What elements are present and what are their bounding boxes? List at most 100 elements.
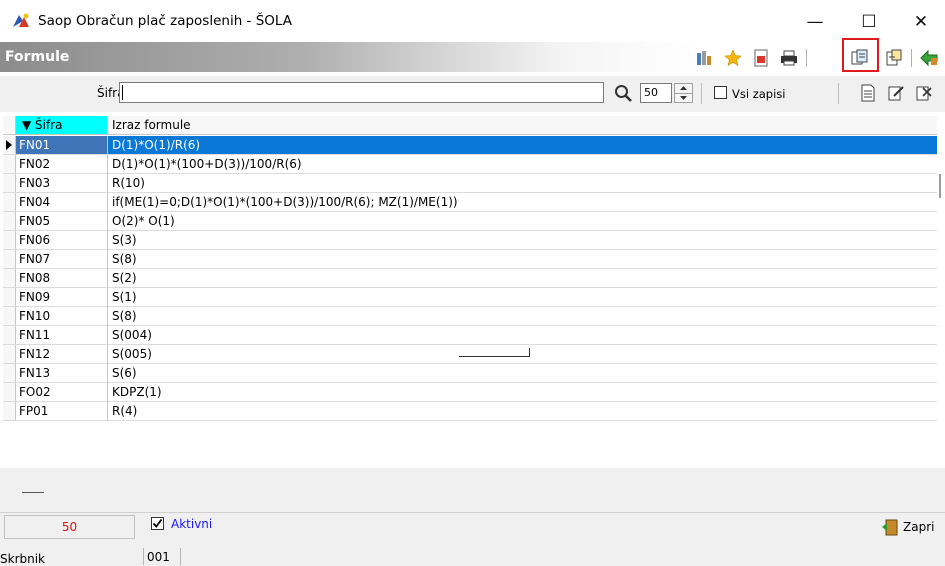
cell-code[interactable]: FO02: [16, 383, 108, 402]
exit-icon[interactable]: [919, 48, 939, 68]
vertical-scrollbar[interactable]: [939, 174, 941, 198]
cell-code[interactable]: FN05: [16, 212, 108, 231]
cell-code[interactable]: FP01: [16, 402, 108, 421]
column-header-expression[interactable]: Izraz formule: [108, 116, 937, 135]
row-indicator[interactable]: [3, 345, 16, 364]
record-limit-spinner[interactable]: [674, 83, 693, 103]
panel-title-bar: Formule: [0, 42, 945, 72]
cell-code[interactable]: FN06: [16, 231, 108, 250]
row-indicator[interactable]: [3, 269, 16, 288]
table-row[interactable]: FO02 KDPZ(1): [3, 383, 937, 402]
cell-expression[interactable]: D(1)*O(1)/R(6): [108, 136, 937, 155]
table-row[interactable]: FN09 S(1): [3, 288, 937, 307]
cell-code[interactable]: FN01: [16, 136, 108, 155]
edit-record-icon[interactable]: [886, 83, 906, 103]
table-row[interactable]: FN08 S(2): [3, 269, 937, 288]
cell-expression[interactable]: S(6): [108, 364, 937, 383]
cell-code[interactable]: FN12: [16, 345, 108, 364]
table-row[interactable]: FN13 S(6): [3, 364, 937, 383]
row-indicator[interactable]: [3, 155, 16, 174]
cell-code[interactable]: FN03: [16, 174, 108, 193]
row-indicator[interactable]: [3, 383, 16, 402]
cell-code[interactable]: FN09: [16, 288, 108, 307]
table-row[interactable]: FN03 R(10): [3, 174, 937, 193]
print-icon[interactable]: [779, 48, 799, 68]
cell-expression[interactable]: if(ME(1)=0;D(1)*O(1)*(100+D(3))/100/R(6)…: [108, 193, 937, 212]
cell-expression[interactable]: S(2): [108, 269, 937, 288]
spinner-down-icon[interactable]: [679, 95, 688, 101]
bottom-divider: [0, 512, 945, 513]
all-records-checkbox[interactable]: [714, 86, 727, 99]
checkmark-icon: [152, 518, 163, 528]
current-row-arrow-icon: [6, 140, 12, 150]
row-indicator[interactable]: [3, 136, 16, 155]
row-indicator[interactable]: [3, 326, 16, 345]
panel-header: Formule: [0, 38, 945, 76]
row-indicator[interactable]: [3, 364, 16, 383]
cell-expression[interactable]: R(4): [108, 402, 937, 421]
close-button[interactable]: Zapri: [880, 518, 934, 536]
cell-code[interactable]: FN04: [16, 193, 108, 212]
table-row[interactable]: FN06 S(3): [3, 231, 937, 250]
cell-expression[interactable]: S(004): [108, 326, 937, 345]
table-row[interactable]: FP01 R(4): [3, 402, 937, 421]
search-icon[interactable]: [614, 84, 634, 102]
table-row[interactable]: FN01 D(1)*O(1)/R(6): [3, 136, 937, 155]
column-header-code[interactable]: ▼ Šifra: [16, 116, 108, 135]
active-checkbox[interactable]: [151, 517, 164, 530]
filter-icon[interactable]: [695, 48, 715, 68]
minimize-button[interactable]: —: [792, 8, 838, 36]
row-indicator[interactable]: [3, 288, 16, 307]
table-row[interactable]: FN10 S(8): [3, 307, 937, 326]
delete-record-icon[interactable]: [914, 83, 934, 103]
row-indicator[interactable]: [3, 193, 16, 212]
maximize-button[interactable]: ☐: [846, 8, 892, 36]
row-indicator[interactable]: [3, 250, 16, 269]
app-logo-icon: [13, 13, 29, 27]
searchbar-separator: [838, 83, 839, 104]
record-limit-input[interactable]: 50: [640, 83, 672, 103]
active-label: Aktivni: [171, 517, 213, 531]
formulas-grid: ▼ Šifra Izraz formule FN01 D(1)*O(1)/R(6)…: [0, 112, 945, 468]
table-row[interactable]: FN04 if(ME(1)=0;D(1)*O(1)*(100+D(3))/100/…: [3, 193, 937, 212]
toolbar-separator: [911, 49, 912, 67]
window-title: Saop Obračun plač zaposlenih - ŠOLA: [38, 13, 292, 29]
cursor-artifact: [459, 348, 530, 357]
row-indicator[interactable]: [3, 212, 16, 231]
row-indicator[interactable]: [3, 402, 16, 421]
cell-expression[interactable]: S(8): [108, 307, 937, 326]
new-record-icon[interactable]: [858, 83, 878, 103]
cell-expression[interactable]: KDPZ(1): [108, 383, 937, 402]
table-row[interactable]: FN11 S(004): [3, 326, 937, 345]
cell-code[interactable]: FN08: [16, 269, 108, 288]
window-titlebar: Saop Obračun plač zaposlenih - ŠOLA — ☐ …: [0, 0, 945, 42]
table-row[interactable]: FN02 D(1)*O(1)*(100+D(3))/100/R(6): [3, 155, 937, 174]
cell-expression[interactable]: S(1): [108, 288, 937, 307]
close-button-label: Zapri: [903, 520, 935, 534]
searchbar-separator: [701, 83, 702, 104]
spinner-up-icon[interactable]: [679, 85, 688, 91]
cell-code[interactable]: FN07: [16, 250, 108, 269]
text-caret: [122, 85, 123, 100]
paste-icon[interactable]: [884, 48, 904, 68]
close-window-button[interactable]: ✕: [898, 8, 944, 36]
cell-expression[interactable]: D(1)*O(1)*(100+D(3))/100/R(6): [108, 155, 937, 174]
export-icon[interactable]: [751, 48, 771, 68]
spinner-divider: [675, 93, 692, 94]
cell-code[interactable]: FN10: [16, 307, 108, 326]
row-indicator[interactable]: [3, 307, 16, 326]
splitter-handle[interactable]: [22, 492, 44, 493]
row-indicator[interactable]: [3, 231, 16, 250]
cell-code[interactable]: FN13: [16, 364, 108, 383]
table-row[interactable]: FN05 O(2)* O(1): [3, 212, 937, 231]
cell-code[interactable]: FN11: [16, 326, 108, 345]
cell-code[interactable]: FN02: [16, 155, 108, 174]
search-input[interactable]: [119, 82, 604, 103]
cell-expression[interactable]: R(10): [108, 174, 937, 193]
cell-expression[interactable]: O(2)* O(1): [108, 212, 937, 231]
table-row[interactable]: FN07 S(8): [3, 250, 937, 269]
cell-expression[interactable]: S(8): [108, 250, 937, 269]
favorite-star-icon[interactable]: [723, 48, 743, 68]
cell-expression[interactable]: S(3): [108, 231, 937, 250]
row-indicator[interactable]: [3, 174, 16, 193]
